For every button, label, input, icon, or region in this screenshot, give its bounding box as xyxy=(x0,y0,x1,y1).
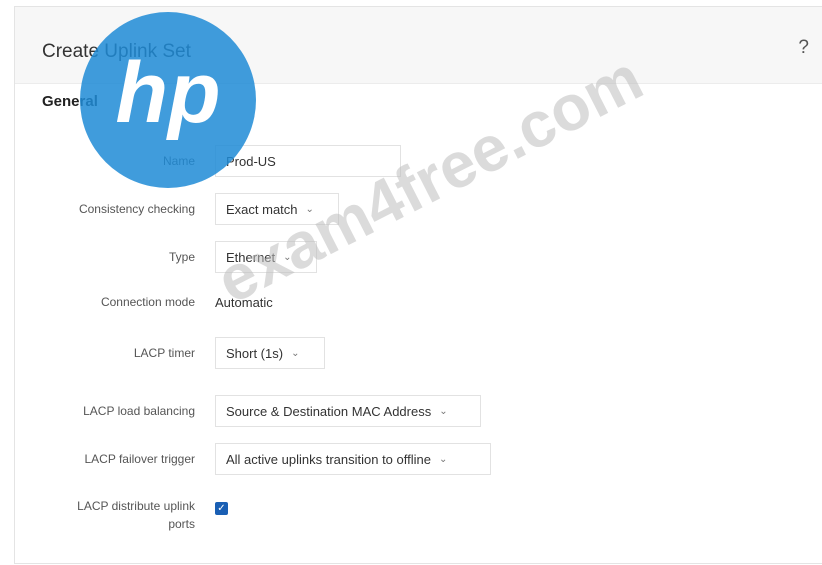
dialog-header: Create Uplink Set ? xyxy=(15,7,822,84)
connection-mode-label: Connection mode xyxy=(100,295,195,309)
section-heading-general: General xyxy=(42,93,98,110)
lacp-distribute-checkbox[interactable]: ✓ xyxy=(215,502,228,515)
lacp-timer-select[interactable]: Short (1s) ⌄ xyxy=(215,337,325,369)
type-label: Type xyxy=(168,250,195,264)
chevron-down-icon: ⌄ xyxy=(438,453,448,465)
chevron-down-icon: ⌄ xyxy=(439,405,448,417)
consistency-select[interactable]: Exact match ⌄ xyxy=(215,193,339,225)
lacp-distribute-label-line2: ports xyxy=(168,517,195,531)
name-label: Name xyxy=(162,154,195,168)
connection-mode-value: Automatic xyxy=(215,295,273,310)
chevron-down-icon: ⌄ xyxy=(283,251,292,263)
lacp-timer-label: LACP timer xyxy=(133,346,195,360)
consistency-label: Consistency checking xyxy=(78,202,195,216)
create-uplink-set-dialog: Create Uplink Set ? General Name Consist… xyxy=(14,6,822,564)
lacp-load-balancing-select[interactable]: Source & Destination MAC Address ⌄ xyxy=(215,395,481,427)
lacp-failover-value: All active uplinks transition to offline xyxy=(226,451,431,467)
lacp-distribute-label-line1: LACP distribute uplink xyxy=(77,499,195,513)
consistency-value: Exact match xyxy=(226,201,298,217)
lacp-distribute-label: LACP distribute uplink ports xyxy=(0,499,195,535)
type-select[interactable]: Ethernet ⌄ xyxy=(215,241,317,273)
lacp-failover-label: LACP failover trigger xyxy=(84,452,196,466)
chevron-down-icon: ⌄ xyxy=(305,203,314,215)
help-icon[interactable]: ? xyxy=(798,37,809,59)
name-input[interactable] xyxy=(215,145,401,177)
lacp-load-balancing-value: Source & Destination MAC Address xyxy=(226,403,432,419)
lacp-timer-value: Short (1s) xyxy=(226,345,284,361)
lacp-load-balancing-label: LACP load balancing xyxy=(83,404,195,418)
type-value: Ethernet xyxy=(226,249,276,265)
dialog-title: Create Uplink Set xyxy=(42,41,191,62)
chevron-down-icon: ⌄ xyxy=(291,347,300,359)
lacp-failover-select[interactable]: All active uplinks transition to offline… xyxy=(215,443,491,475)
